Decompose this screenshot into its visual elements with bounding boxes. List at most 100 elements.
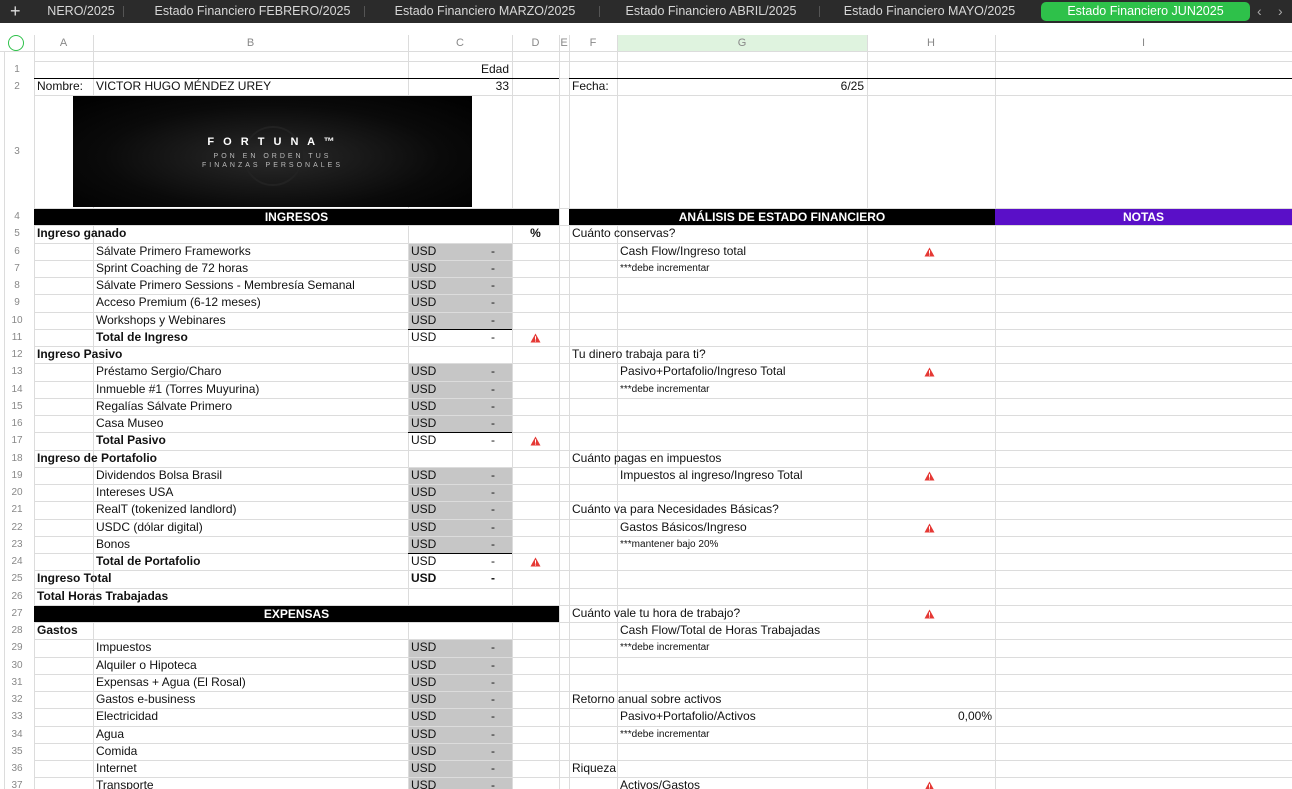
- value-cell[interactable]: -: [468, 363, 498, 380]
- analysis-text[interactable]: ***mantener bajo 20%: [617, 536, 867, 553]
- row-header[interactable]: 7: [4, 260, 30, 277]
- row-label[interactable]: Sálvate Primero Sessions - Membresía Sem…: [93, 277, 408, 294]
- analysis-text[interactable]: ***debe incrementar: [617, 260, 867, 277]
- value-cell[interactable]: -: [468, 760, 498, 777]
- row-header[interactable]: 31: [4, 674, 30, 691]
- value-cell[interactable]: -: [468, 777, 498, 789]
- percent-header[interactable]: %: [512, 225, 559, 242]
- currency-label[interactable]: USD: [408, 363, 468, 380]
- row-label[interactable]: Agua: [93, 726, 408, 743]
- currency-label[interactable]: USD: [408, 243, 468, 260]
- row-header[interactable]: 23: [4, 536, 30, 553]
- currency-label[interactable]: USD: [408, 726, 468, 743]
- analysis-value[interactable]: 0,00%: [867, 708, 995, 725]
- row-header[interactable]: 29: [4, 639, 30, 656]
- row-label[interactable]: Acceso Premium (6-12 meses): [93, 294, 408, 311]
- row-label[interactable]: Gastos e-business: [93, 691, 408, 708]
- analysis-text[interactable]: ***debe incrementar: [617, 381, 867, 398]
- value-cell[interactable]: -: [468, 294, 498, 311]
- value-cell[interactable]: -: [468, 243, 498, 260]
- currency-label[interactable]: USD: [408, 398, 468, 415]
- row-header[interactable]: 27: [4, 605, 30, 622]
- analysis-text[interactable]: Cash Flow/Total de Horas Trabajadas: [617, 622, 867, 639]
- currency-label[interactable]: USD: [408, 260, 468, 277]
- value-cell[interactable]: -: [468, 553, 498, 570]
- chevron-right-icon[interactable]: ›: [1278, 2, 1283, 20]
- currency-label[interactable]: USD: [408, 381, 468, 398]
- currency-label[interactable]: USD: [408, 639, 468, 656]
- spreadsheet-grid[interactable]: A B C D E F G H I 1 2 3 4 5 6 7 8 9 10 11 12 13 14 15 16 17 18 19 20…: [0, 23, 1292, 789]
- row-header[interactable]: 17: [4, 432, 30, 449]
- value-cell[interactable]: -: [468, 570, 498, 587]
- add-sheet-icon[interactable]: +: [10, 1, 21, 21]
- row-label[interactable]: Total Horas Trabajadas: [34, 588, 408, 605]
- edad-label[interactable]: Edad: [408, 61, 512, 78]
- column-header-b[interactable]: B: [93, 35, 408, 51]
- row-label[interactable]: Ingreso Total: [34, 570, 408, 587]
- row-header[interactable]: 8: [4, 277, 30, 294]
- tab-abril[interactable]: Estado Financiero ABRIL/2025: [602, 0, 820, 23]
- currency-label[interactable]: USD: [408, 691, 468, 708]
- row-header[interactable]: 9: [4, 294, 30, 311]
- row-label[interactable]: Total de Ingreso: [93, 329, 408, 346]
- value-cell[interactable]: -: [468, 519, 498, 536]
- currency-label[interactable]: USD: [408, 519, 468, 536]
- row-label[interactable]: Comida: [93, 743, 408, 760]
- row-header[interactable]: 28: [4, 622, 30, 639]
- row-label[interactable]: Sálvate Primero Frameworks: [93, 243, 408, 260]
- value-cell[interactable]: -: [468, 260, 498, 277]
- value-cell[interactable]: -: [468, 329, 498, 346]
- column-header-g[interactable]: G: [617, 35, 867, 51]
- column-header-i[interactable]: I: [995, 35, 1292, 51]
- value-cell[interactable]: -: [468, 501, 498, 518]
- row-header[interactable]: 33: [4, 708, 30, 725]
- analysis-text[interactable]: Pasivo+Portafolio/Ingreso Total: [617, 363, 867, 380]
- analysis-text[interactable]: Impuestos al ingreso/Ingreso Total: [617, 467, 867, 484]
- row-label[interactable]: Transporte: [93, 777, 408, 789]
- row-header[interactable]: 21: [4, 501, 30, 518]
- row-header[interactable]: 1: [4, 61, 30, 78]
- row-label[interactable]: Total Pasivo: [93, 432, 408, 449]
- row-header[interactable]: 24: [4, 553, 30, 570]
- analysis-text[interactable]: Pasivo+Portafolio/Activos: [617, 708, 867, 725]
- currency-label[interactable]: USD: [408, 294, 468, 311]
- currency-label[interactable]: USD: [408, 777, 468, 789]
- row-header[interactable]: 32: [4, 691, 30, 708]
- nombre-label[interactable]: Nombre:: [34, 78, 93, 95]
- row-label[interactable]: Ingreso de Portafolio: [34, 450, 408, 467]
- column-header-a[interactable]: A: [34, 35, 93, 51]
- currency-label[interactable]: USD: [408, 415, 468, 432]
- row-label[interactable]: Bonos: [93, 536, 408, 553]
- row-label[interactable]: Electricidad: [93, 708, 408, 725]
- value-cell[interactable]: -: [468, 467, 498, 484]
- value-cell[interactable]: -: [468, 415, 498, 432]
- row-header[interactable]: 36: [4, 760, 30, 777]
- value-cell[interactable]: -: [468, 484, 498, 501]
- nombre-value[interactable]: VICTOR HUGO MÉNDEZ UREY: [93, 78, 408, 95]
- row-header[interactable]: 11: [4, 329, 30, 346]
- analysis-text[interactable]: Cuánto va para Necesidades Básicas?: [569, 501, 995, 518]
- value-cell[interactable]: -: [468, 398, 498, 415]
- currency-label[interactable]: USD: [408, 760, 468, 777]
- currency-label[interactable]: USD: [408, 329, 468, 346]
- value-cell[interactable]: -: [468, 691, 498, 708]
- row-label[interactable]: Expensas + Agua (El Rosal): [93, 674, 408, 691]
- row-label[interactable]: Ingreso Pasivo: [34, 346, 408, 363]
- currency-label[interactable]: USD: [408, 657, 468, 674]
- analysis-text[interactable]: ***debe incrementar: [617, 639, 867, 656]
- row-header[interactable]: 13: [4, 363, 30, 380]
- column-header-e[interactable]: E: [559, 35, 569, 51]
- row-label[interactable]: Internet: [93, 760, 408, 777]
- value-cell[interactable]: -: [468, 674, 498, 691]
- value-cell[interactable]: -: [468, 743, 498, 760]
- select-all-icon[interactable]: [8, 35, 24, 51]
- column-header-h[interactable]: H: [867, 35, 995, 51]
- row-header[interactable]: 10: [4, 312, 30, 329]
- currency-label[interactable]: USD: [408, 570, 468, 587]
- currency-label[interactable]: USD: [408, 708, 468, 725]
- currency-label[interactable]: USD: [408, 743, 468, 760]
- value-cell[interactable]: -: [468, 536, 498, 553]
- row-label[interactable]: Ingreso ganado: [34, 225, 408, 242]
- row-header[interactable]: 22: [4, 519, 30, 536]
- analysis-text[interactable]: Cuánto conservas?: [569, 225, 995, 242]
